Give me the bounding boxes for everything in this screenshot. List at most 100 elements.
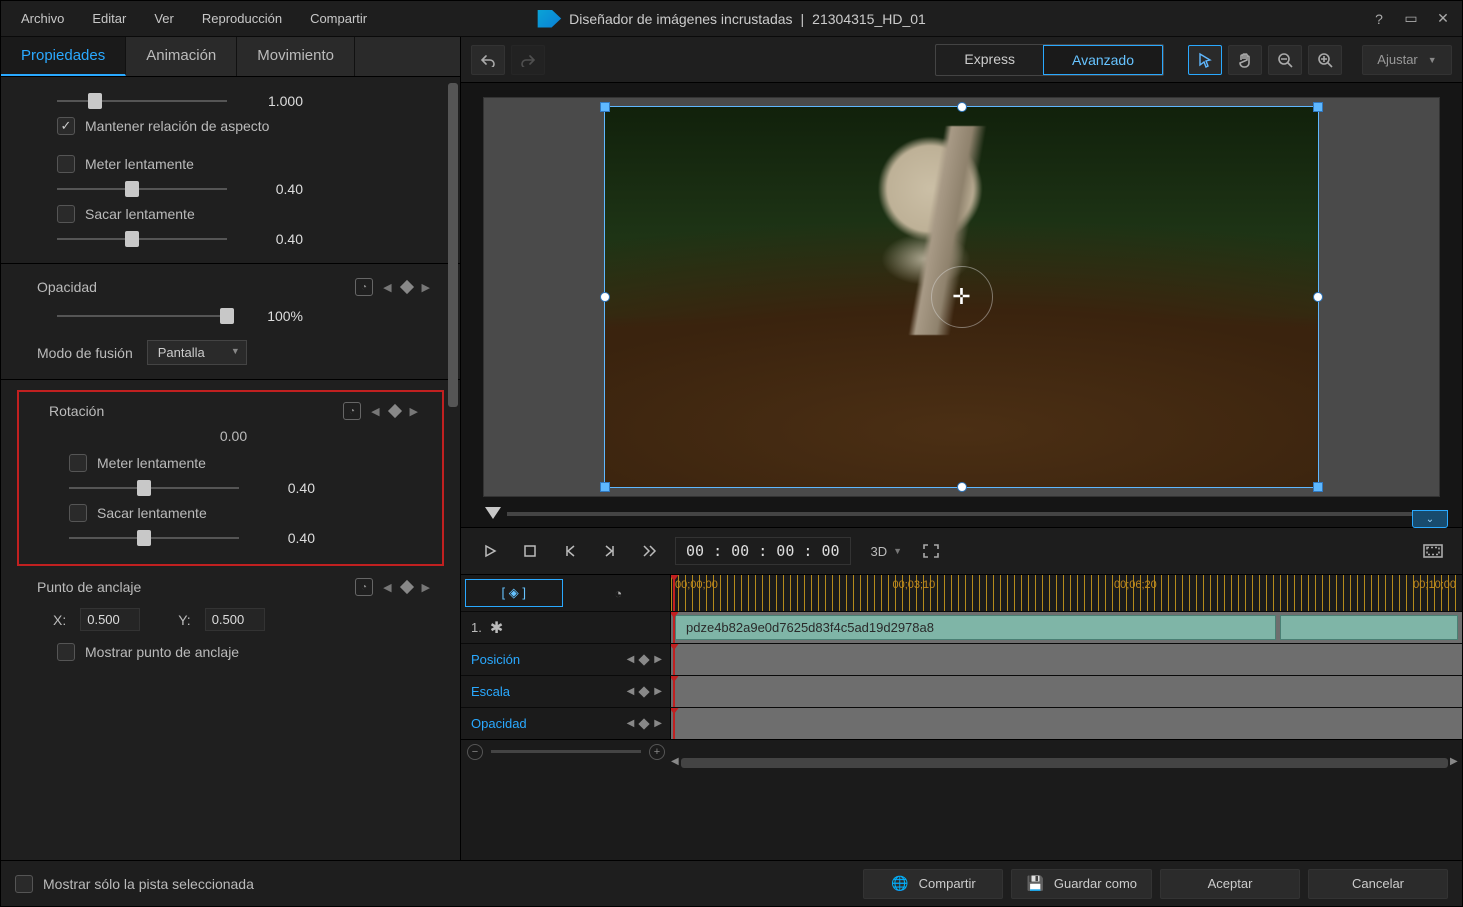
scale-easeout-slider[interactable]	[57, 229, 227, 249]
playhead-marker-icon[interactable]	[485, 507, 501, 519]
collapse-timeline-icon[interactable]: ⌄	[1412, 510, 1448, 528]
tab-motion[interactable]: Movimiento	[237, 37, 355, 76]
cancel-button[interactable]: Cancelar	[1308, 869, 1448, 899]
timeline-zoom-in[interactable]: +	[649, 744, 665, 760]
anchor-x-input[interactable]	[80, 608, 140, 631]
share-button[interactable]: 🌐 Compartir	[863, 869, 1003, 899]
pos-prev-kf[interactable]: ◀	[627, 654, 635, 665]
opac-add-kf[interactable]	[639, 718, 650, 729]
step-fwd-button[interactable]	[595, 537, 625, 565]
step-back-button[interactable]	[555, 537, 585, 565]
blend-mode-dropdown[interactable]: Pantalla	[147, 340, 247, 365]
fast-fwd-button[interactable]	[635, 537, 665, 565]
redo-button[interactable]	[511, 45, 545, 75]
timeline-playhead[interactable]	[673, 575, 675, 611]
timeline-ruler[interactable]: 00;00;00 00;03;10 00;06;20 00;10;00	[671, 575, 1462, 611]
scale-slider[interactable]	[57, 91, 227, 111]
track-opacity[interactable]: Opacidad	[461, 716, 627, 731]
opac-prev-kf[interactable]: ◀	[627, 718, 635, 729]
rotation-prev-keyframe[interactable]: ◀	[371, 405, 379, 418]
3d-dropdown[interactable]: 3D▼	[861, 540, 907, 563]
zoom-in-button[interactable]	[1308, 45, 1342, 75]
rotation-easein-slider[interactable]	[69, 478, 239, 498]
rotation-easein-checkbox[interactable]	[69, 454, 87, 472]
track-position[interactable]: Posición	[461, 652, 627, 667]
undo-button[interactable]	[471, 45, 505, 75]
pos-next-kf[interactable]: ▶	[654, 654, 662, 665]
fullscreen-button[interactable]	[916, 537, 946, 565]
opac-next-kf[interactable]: ▶	[654, 718, 662, 729]
menu-reproduccion[interactable]: Reproducción	[188, 5, 296, 32]
scale-lane[interactable]	[671, 676, 1462, 707]
opacity-lane[interactable]	[671, 708, 1462, 739]
anchor-prev-keyframe[interactable]: ◀	[383, 581, 391, 594]
properties-scroll[interactable]: 1.000 Mantener relación de aspecto Meter…	[1, 77, 460, 860]
timeline-zoom-out[interactable]: −	[467, 744, 483, 760]
preview-progress[interactable]	[507, 512, 1438, 516]
opacity-value[interactable]: 100%	[243, 308, 303, 324]
rotation-value[interactable]: 0.00	[220, 428, 247, 444]
track-scale[interactable]: Escala	[461, 684, 627, 699]
show-selected-track-checkbox[interactable]	[15, 875, 33, 893]
zoom-fit-dropdown[interactable]: Ajustar ▼	[1362, 45, 1452, 75]
timeline-clock-mode[interactable]: ◔	[571, 579, 667, 607]
opacity-prev-keyframe[interactable]: ◀	[383, 281, 391, 294]
scale-add-kf[interactable]	[639, 686, 650, 697]
mode-advanced[interactable]: Avanzado	[1043, 45, 1163, 75]
menu-compartir[interactable]: Compartir	[296, 5, 381, 32]
opacity-next-keyframe[interactable]: ▶	[422, 281, 430, 294]
scale-easein-value[interactable]: 0.40	[243, 181, 303, 197]
rotation-next-keyframe[interactable]: ▶	[410, 405, 418, 418]
rotation-add-keyframe[interactable]	[387, 404, 401, 418]
anchor-next-keyframe[interactable]: ▶	[422, 581, 430, 594]
anchor-y-input[interactable]	[205, 608, 265, 631]
scale-value[interactable]: 1.000	[243, 93, 303, 109]
opacity-add-keyframe[interactable]	[399, 280, 413, 294]
menu-archivo[interactable]: Archivo	[7, 5, 78, 32]
scale-easein-slider[interactable]	[57, 179, 227, 199]
pos-add-kf[interactable]	[639, 654, 650, 665]
accept-button[interactable]: Aceptar	[1160, 869, 1300, 899]
timeline-zoom-slider[interactable]	[491, 750, 641, 753]
help-button[interactable]: ?	[1366, 6, 1392, 32]
timeline-keyframe-mode[interactable]: [ ◈ ]	[465, 579, 563, 607]
preview-canvas[interactable]	[483, 97, 1440, 497]
scale-prev-kf[interactable]: ◀	[627, 686, 635, 697]
clip-bar-tail[interactable]	[1280, 615, 1458, 640]
anchor-stopwatch-icon[interactable]: ◔	[355, 578, 373, 596]
tab-animation[interactable]: Animación	[126, 37, 237, 76]
scale-next-kf[interactable]: ▶	[654, 686, 662, 697]
keep-aspect-checkbox[interactable]	[57, 117, 75, 135]
zoom-out-button[interactable]	[1268, 45, 1302, 75]
rotation-easeout-value[interactable]: 0.40	[255, 530, 315, 546]
rotation-stopwatch-icon[interactable]: ◔	[343, 402, 361, 420]
position-lane[interactable]	[671, 644, 1462, 675]
rotation-easeout-checkbox[interactable]	[69, 504, 87, 522]
hand-tool-icon[interactable]	[1228, 45, 1262, 75]
menu-editar[interactable]: Editar	[78, 5, 140, 32]
rotation-easein-value[interactable]: 0.40	[255, 480, 315, 496]
clip-bar-main[interactable]: pdze4b82a9e0d7625d83f4c5ad19d2978a8	[675, 615, 1276, 640]
hscroll-right[interactable]: ▶	[1450, 756, 1462, 767]
anchor-add-keyframe[interactable]	[399, 580, 413, 594]
clip-track[interactable]: pdze4b82a9e0d7625d83f4c5ad19d2978a8	[671, 612, 1462, 643]
mode-express[interactable]: Express	[936, 45, 1043, 75]
track-effects-icon[interactable]: ✱	[490, 618, 503, 638]
play-button[interactable]	[475, 537, 505, 565]
tab-properties[interactable]: Propiedades	[1, 37, 126, 76]
safe-zone-button[interactable]	[1418, 537, 1448, 565]
hscroll-thumb[interactable]	[681, 758, 1448, 768]
select-tool-icon[interactable]	[1188, 45, 1222, 75]
menu-ver[interactable]: Ver	[140, 5, 188, 32]
save-as-button[interactable]: 💾 Guardar como	[1011, 869, 1152, 899]
stop-button[interactable]	[515, 537, 545, 565]
maximize-button[interactable]: ▭	[1398, 6, 1424, 32]
close-button[interactable]: ✕	[1430, 6, 1456, 32]
show-anchor-checkbox[interactable]	[57, 643, 75, 661]
opacity-slider[interactable]	[57, 306, 227, 326]
scale-easein-checkbox[interactable]	[57, 155, 75, 173]
scrollbar-thumb[interactable]	[448, 83, 458, 407]
timecode-display[interactable]: 00 : 00 : 00 : 00	[675, 537, 851, 565]
rotation-easeout-slider[interactable]	[69, 528, 239, 548]
scale-easeout-checkbox[interactable]	[57, 205, 75, 223]
